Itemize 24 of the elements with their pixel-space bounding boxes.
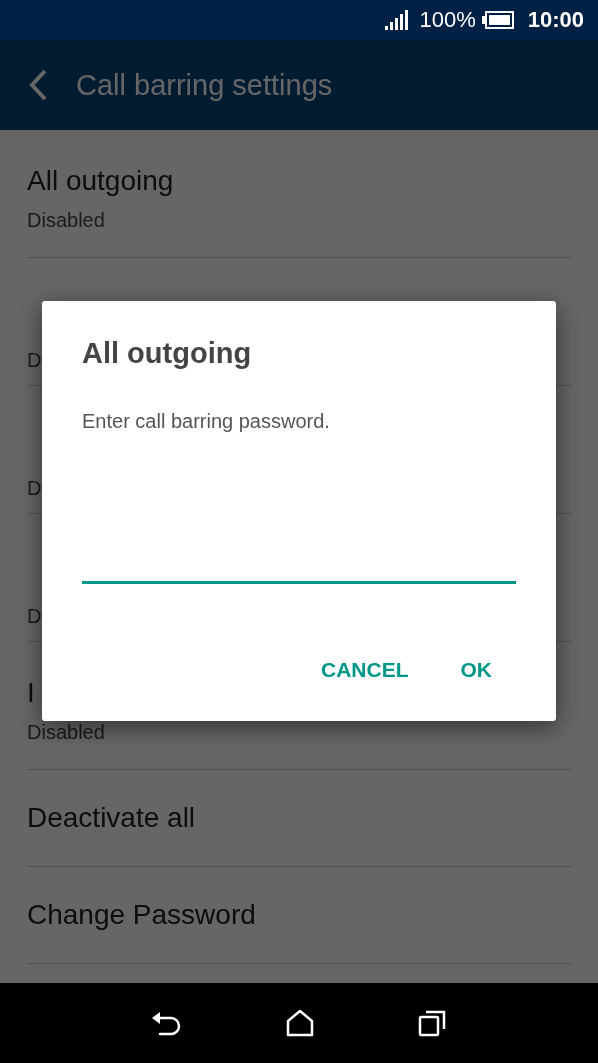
recent-apps-icon[interactable]	[418, 1009, 446, 1037]
signal-icon	[385, 10, 410, 30]
battery-icon	[481, 11, 514, 29]
dialog-title: All outgoing	[82, 337, 253, 370]
item-summary: D	[27, 605, 42, 628]
item-title: All outgoing	[27, 165, 174, 197]
settings-item[interactable]: All outgoing Disabled	[27, 130, 572, 258]
item-summary: D	[27, 349, 42, 372]
item-summary: Disabled	[27, 209, 105, 232]
dialog-button[interactable]: OK	[452, 652, 500, 688]
dialog-message: Enter call barring password.	[82, 410, 331, 433]
item-title: Deactivate all	[27, 802, 196, 834]
screen-title: Call barring settings	[76, 68, 333, 102]
item-title: I	[27, 677, 35, 709]
dialog-button[interactable]: CANCEL	[313, 652, 417, 688]
home-icon[interactable]	[286, 1009, 314, 1037]
item-summary: D	[27, 477, 42, 500]
item-summary: Disabled	[27, 721, 105, 744]
battery-percentage: 100%	[419, 7, 476, 33]
back-icon[interactable]	[152, 1009, 182, 1037]
item-title: Change Password	[27, 899, 256, 931]
settings-item[interactable]: Change Password	[27, 867, 572, 964]
settings-item[interactable]: Deactivate all	[27, 770, 572, 867]
clock: 10:00	[527, 7, 584, 33]
